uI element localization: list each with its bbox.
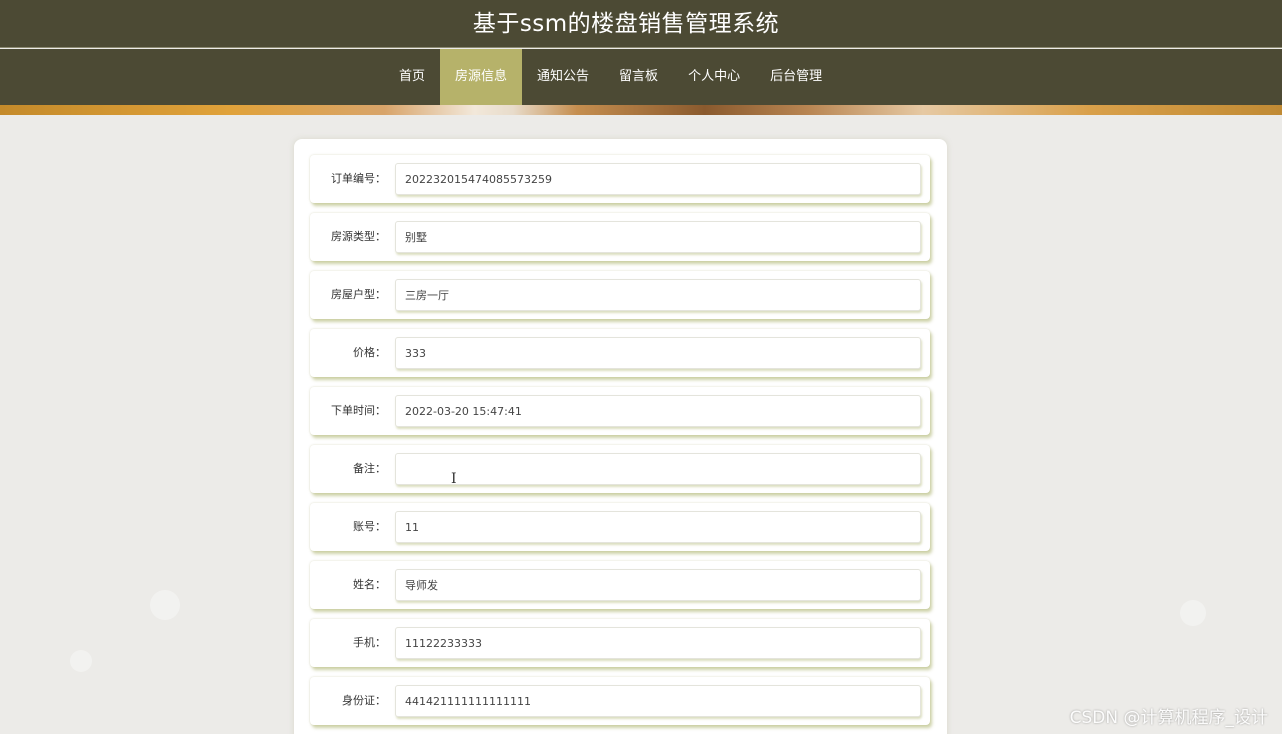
- main-nav: 首页 房源信息 通知公告 留言板 个人中心 后台管理: [0, 49, 1282, 105]
- nav-list: 首页 房源信息 通知公告 留言板 个人中心 后台管理: [384, 49, 837, 105]
- text-cursor-icon: I: [451, 471, 457, 487]
- order-detail-form: 订单编号： 房源类型： 房屋户型： 价格： 下单时间： 备注： 账号：: [294, 139, 947, 734]
- remark-input[interactable]: [395, 453, 921, 485]
- background-decoration: [1180, 600, 1206, 626]
- field-label: 姓名：: [353, 578, 386, 591]
- watermark: CSDN @计算机程序_设计: [1069, 708, 1268, 728]
- nav-item-listings[interactable]: 房源信息: [440, 49, 523, 105]
- nav-item-notices[interactable]: 通知公告: [522, 49, 604, 105]
- layout-input[interactable]: [395, 279, 921, 311]
- title-bar: 基于ssm的楼盘销售管理系统: [0, 0, 1282, 48]
- field-label: 房屋户型：: [331, 288, 386, 301]
- field-label: 备注：: [353, 462, 386, 475]
- field-label: 订单编号：: [331, 172, 386, 185]
- field-account: 账号：: [310, 503, 930, 551]
- page: 基于ssm的楼盘销售管理系统 首页 房源信息 通知公告 留言板 个人中心 后台管…: [0, 0, 1282, 734]
- field-price: 价格：: [310, 329, 930, 377]
- banner-image: [0, 105, 1282, 115]
- field-label: 手机：: [353, 636, 386, 649]
- field-order-number: 订单编号：: [310, 155, 930, 203]
- field-label: 账号：: [353, 520, 386, 533]
- field-label: 下单时间：: [331, 404, 386, 417]
- field-name: 姓名：: [310, 561, 930, 609]
- background-decoration: [70, 650, 92, 672]
- site-title: 基于ssm的楼盘销售管理系统: [472, 11, 780, 37]
- house-type-input[interactable]: [395, 221, 921, 253]
- account-input[interactable]: [395, 511, 921, 543]
- field-layout: 房屋户型：: [310, 271, 930, 319]
- name-input[interactable]: [395, 569, 921, 601]
- field-label: 身份证：: [342, 694, 386, 707]
- field-phone: 手机：: [310, 619, 930, 667]
- field-remark: 备注：: [310, 445, 930, 493]
- order-number-input[interactable]: [395, 163, 921, 195]
- nav-item-home[interactable]: 首页: [384, 49, 440, 105]
- nav-item-message-board[interactable]: 留言板: [604, 49, 673, 105]
- nav-item-admin[interactable]: 后台管理: [755, 49, 837, 105]
- field-order-time: 下单时间：: [310, 387, 930, 435]
- nav-item-profile[interactable]: 个人中心: [673, 49, 755, 105]
- field-id-card: 身份证：: [310, 677, 930, 725]
- field-house-type: 房源类型：: [310, 213, 930, 261]
- field-label: 价格：: [353, 346, 386, 359]
- background-decoration: [150, 590, 180, 620]
- id-card-input[interactable]: [395, 685, 921, 717]
- phone-input[interactable]: [395, 627, 921, 659]
- price-input[interactable]: [395, 337, 921, 369]
- order-time-input[interactable]: [395, 395, 921, 427]
- field-label: 房源类型：: [331, 230, 386, 243]
